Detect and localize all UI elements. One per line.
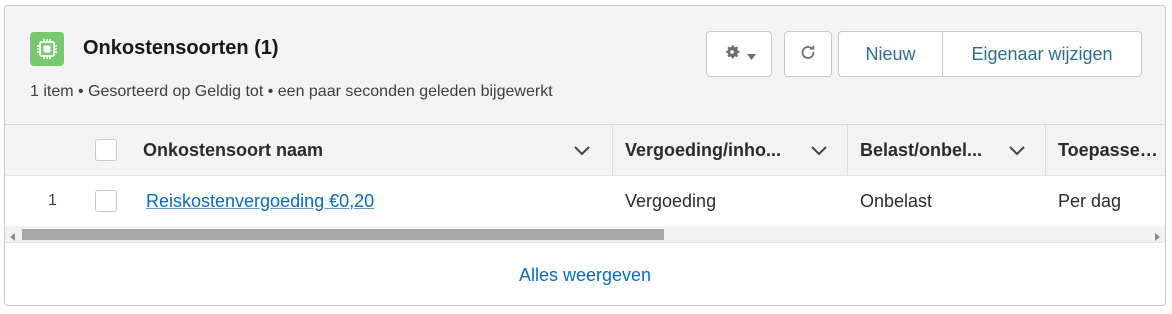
- row-type-cell: Vergoeding: [625, 190, 717, 211]
- column-header-name[interactable]: Onkostensoort naam: [143, 125, 573, 175]
- column-header-type[interactable]: Vergoeding/inho...: [625, 125, 803, 175]
- scroll-left-icon[interactable]: [8, 229, 18, 241]
- record-link[interactable]: Reiskostenvergoeding €0,20: [146, 191, 374, 212]
- column-divider[interactable]: [612, 125, 613, 175]
- column-header-tax[interactable]: Belast/onbel...: [860, 125, 1000, 175]
- chip-icon: [30, 32, 64, 66]
- scroll-right-icon[interactable]: [1152, 229, 1162, 241]
- gear-icon: [723, 43, 741, 66]
- chevron-down-icon[interactable]: [572, 141, 592, 159]
- column-header-label: Toepassen ...: [1058, 139, 1166, 160]
- card-title[interactable]: Onkostensoorten (1): [83, 37, 279, 60]
- new-button[interactable]: Nieuw: [838, 31, 943, 77]
- table-header: Onkostensoort naam Vergoeding/inho... Be…: [5, 125, 1165, 176]
- chevron-down-icon: [746, 44, 756, 65]
- row-apply-cell: Per dag: [1058, 190, 1122, 211]
- row-name-cell: Reiskostenvergoeding €0,20: [146, 176, 374, 226]
- select-all-checkbox[interactable]: [95, 139, 117, 161]
- change-owner-button[interactable]: Eigenaar wijzigen: [942, 31, 1142, 77]
- chevron-down-icon[interactable]: [1007, 141, 1027, 159]
- column-divider[interactable]: [847, 125, 848, 175]
- horizontal-scrollbar[interactable]: [5, 226, 1165, 242]
- column-header-label: Belast/onbel...: [860, 139, 983, 160]
- chevron-down-icon[interactable]: [809, 141, 829, 159]
- refresh-button[interactable]: [784, 31, 832, 77]
- card-footer: Alles weergeven: [5, 242, 1165, 305]
- column-header-label: Onkostensoort naam: [143, 139, 324, 160]
- related-list-card: Onkostensoorten (1) 1 item • Gesorteerd …: [4, 5, 1166, 306]
- row-checkbox[interactable]: [95, 190, 117, 212]
- table-row: 1 Reiskostenvergoeding €0,20 Vergoeding …: [5, 176, 1165, 226]
- row-number: 1: [48, 192, 57, 209]
- column-divider[interactable]: [1045, 125, 1046, 175]
- refresh-icon: [798, 42, 818, 67]
- view-all-link[interactable]: Alles weergeven: [519, 265, 651, 286]
- card-header: Onkostensoorten (1) 1 item • Gesorteerd …: [5, 6, 1165, 125]
- column-header-label: Vergoeding/inho...: [625, 139, 782, 160]
- scrollbar-thumb[interactable]: [22, 229, 664, 240]
- column-header-apply[interactable]: Toepassen ...: [1058, 125, 1166, 175]
- list-settings-button[interactable]: [706, 31, 772, 77]
- row-tax-cell: Onbelast: [860, 190, 933, 211]
- card-subtitle: 1 item • Gesorteerd op Geldig tot • een …: [30, 83, 553, 100]
